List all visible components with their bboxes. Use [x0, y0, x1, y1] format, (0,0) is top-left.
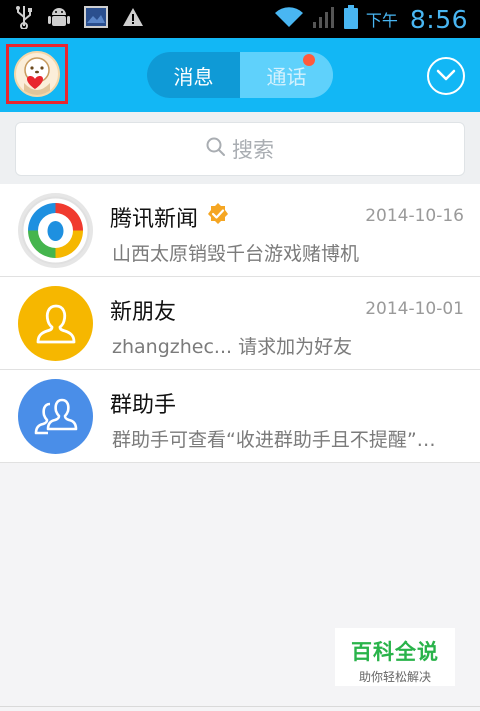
conversation-date: 2014-10-01 — [365, 299, 464, 319]
search-icon — [206, 137, 226, 162]
status-bar-right: 下午 8:56 — [274, 0, 468, 38]
conversation-title: 腾讯新闻 — [110, 201, 230, 233]
list-item[interactable]: 腾讯新闻 2014-10-16 山西太原销毁千台游戏赌博机 — [0, 184, 480, 277]
watermark-logo: 百科全说 助你轻松解决 — [335, 628, 455, 686]
status-bar: 下午 8:56 — [0, 0, 480, 38]
android-debug-icon — [48, 5, 70, 33]
status-ampm: 下午 — [365, 11, 398, 30]
profile-avatar-button[interactable] — [6, 44, 68, 104]
status-time: 8:56 — [409, 4, 468, 34]
conversation-title: 群助手 — [110, 387, 176, 419]
tencent-news-icon — [18, 193, 93, 268]
search-area: 搜索 — [0, 112, 480, 184]
signal-icon — [312, 5, 336, 33]
watermark-title: 百科全说 — [351, 640, 439, 664]
search-placeholder: 搜索 — [232, 138, 274, 162]
conversation-preview: 群助手可查看“收进群助手且不提醒”… — [112, 429, 436, 451]
warning-icon — [122, 7, 144, 31]
conversation-preview: zhangzhec... 请求加为好友 — [112, 336, 353, 358]
search-input[interactable]: 搜索 — [15, 122, 465, 176]
conversation-title: 新朋友 — [110, 294, 176, 326]
conversation-preview: 山西太原销毁千台游戏赌博机 — [112, 243, 360, 265]
calls-badge-dot — [303, 54, 315, 66]
conversation-list: 腾讯新闻 2014-10-16 山西太原销毁千台游戏赌博机 新朋友 2014-1… — [0, 184, 480, 463]
avatar — [14, 51, 60, 97]
group-helper-icon — [18, 379, 93, 454]
conversation-name: 新朋友 — [110, 300, 177, 325]
chevron-down-icon — [436, 67, 456, 86]
conversation-name: 腾讯新闻 — [110, 207, 199, 232]
usb-icon — [14, 5, 34, 33]
header-bar: 消息 通话 — [0, 38, 480, 112]
conversation-name: 群助手 — [110, 393, 177, 418]
battery-icon — [343, 5, 358, 33]
new-friend-icon — [18, 286, 93, 361]
list-item[interactable]: 新朋友 2014-10-01 zhangzhec... 请求加为好友 — [0, 277, 480, 370]
list-item[interactable]: 群助手 群助手可查看“收进群助手且不提醒”… — [0, 370, 480, 463]
more-menu-button[interactable] — [427, 57, 465, 95]
tab-messages[interactable]: 消息 — [147, 52, 240, 98]
tab-calls[interactable]: 通话 — [240, 52, 333, 98]
watermark-subtitle: 助你轻松解决 — [358, 670, 431, 684]
conversation-date: 2014-10-16 — [365, 206, 464, 226]
status-bar-left — [14, 6, 144, 32]
wifi-icon — [274, 6, 304, 32]
bottom-divider — [0, 706, 480, 707]
verified-badge-icon — [206, 202, 230, 232]
screenshot-icon — [84, 6, 108, 32]
tab-switcher: 消息 通话 — [147, 52, 333, 98]
